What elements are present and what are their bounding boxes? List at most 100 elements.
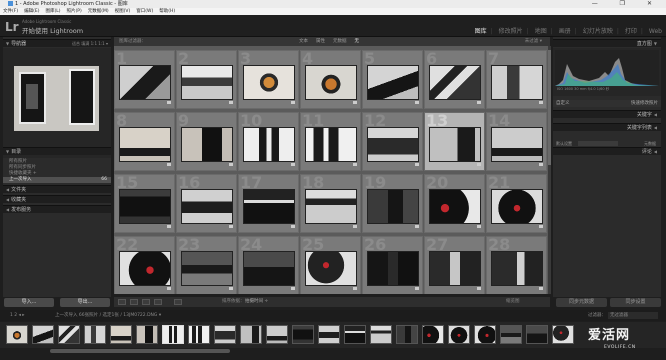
grid-view-icon[interactable] xyxy=(118,299,126,305)
menu-edit[interactable]: 编辑(E) xyxy=(24,9,39,14)
grid-thumbnail[interactable]: 1 xyxy=(114,50,175,109)
filmstrip-thumbnail[interactable] xyxy=(344,325,366,344)
grid-thumbnail[interactable]: 6 xyxy=(424,50,485,109)
navigator-zoom-options[interactable]: 适合 填满 1:1 1:1 ▾ xyxy=(72,40,108,48)
filmstrip-nav[interactable]: 1 2 ◂ ▸ xyxy=(10,310,25,321)
publish-header[interactable]: ◀ 发布服务 xyxy=(3,205,111,213)
grid-scroll-thumb[interactable] xyxy=(548,50,551,165)
filmstrip-thumbnail[interactable] xyxy=(500,325,522,344)
menu-photo[interactable]: 照片(P) xyxy=(67,9,82,14)
grid-thumbnail[interactable]: 17 xyxy=(238,174,299,233)
grid-thumbnail[interactable]: 9 xyxy=(176,112,237,171)
menu-file[interactable]: 文件(F) xyxy=(3,9,18,14)
sync-settings-button[interactable]: 同步设置 xyxy=(610,298,661,307)
filmstrip-scrollbar[interactable] xyxy=(50,349,230,353)
filmstrip-thumbnail[interactable] xyxy=(6,325,28,344)
grid-thumbnail[interactable]: 21 xyxy=(486,174,547,233)
grid-thumbnail[interactable]: 13 xyxy=(424,112,485,171)
grid-thumbnail[interactable]: 26 xyxy=(362,236,423,294)
metadata-label[interactable]: 元数据 xyxy=(644,140,656,147)
comments-header[interactable]: 评论 ◀ xyxy=(553,147,661,155)
grid-thumbnail[interactable]: 7 xyxy=(486,50,547,109)
grid-thumbnail[interactable]: 27 xyxy=(424,236,485,294)
filmstrip-thumbnail[interactable] xyxy=(552,325,574,344)
filmstrip-thumbnail[interactable] xyxy=(396,325,418,344)
grid-thumbnail[interactable]: 14 xyxy=(486,112,547,171)
filmstrip-thumbnail[interactable] xyxy=(214,325,236,344)
menu-view[interactable]: 视图(V) xyxy=(115,9,131,14)
filmstrip-thumbnail[interactable] xyxy=(448,325,470,344)
filmstrip-filter-select[interactable]: 无过滤器 xyxy=(608,312,658,319)
module-library[interactable]: 图库 xyxy=(475,28,487,35)
window-controls[interactable]: — ❐ ✕ xyxy=(592,0,662,8)
filter-none[interactable]: 无 xyxy=(355,39,360,44)
filmstrip-thumbnail[interactable] xyxy=(318,325,340,344)
filter-text[interactable]: 文本 xyxy=(299,39,308,44)
collections-header[interactable]: ◀ 收藏夹 xyxy=(3,195,111,203)
filmstrip-thumbnail[interactable] xyxy=(136,325,158,344)
spray-can-icon[interactable] xyxy=(174,299,182,305)
filmstrip-thumbnail[interactable] xyxy=(292,325,314,344)
filter-metadata[interactable]: 元数据 xyxy=(333,39,347,44)
module-book[interactable]: 画册 xyxy=(559,28,571,35)
grid-thumbnail[interactable]: 3 xyxy=(238,50,299,109)
filmstrip-thumbnail[interactable] xyxy=(84,325,106,344)
sync-metadata-button[interactable]: 同步元数据 xyxy=(556,298,607,307)
grid-thumbnail[interactable]: 8 xyxy=(114,112,175,171)
filter-preset-dropdown[interactable]: 未过滤 ▾ xyxy=(525,37,542,46)
grid-thumbnail[interactable]: 11 xyxy=(300,112,361,171)
module-web[interactable]: Web xyxy=(649,28,662,35)
module-map[interactable]: 地图 xyxy=(535,28,547,35)
navigator-header[interactable]: ▼ 导航器 适合 填满 1:1 1:1 ▾ xyxy=(3,39,111,47)
menu-library[interactable]: 图库(L) xyxy=(45,9,60,14)
grid-scrollbar[interactable] xyxy=(548,46,551,294)
grid-thumbnail[interactable]: 25 xyxy=(300,236,361,294)
navigator-preview[interactable] xyxy=(3,48,111,158)
module-slideshow[interactable]: 幻灯片放映 xyxy=(583,28,613,35)
keyword-list-header[interactable]: 关键字列表 ◀ xyxy=(553,123,661,131)
filmstrip-source[interactable]: 上一次导入 66张照片 / 选定1张 / 13JM0722.DNG ▾ xyxy=(55,310,161,321)
filmstrip-thumbnail[interactable] xyxy=(266,325,288,344)
filmstrip-thumbnail[interactable] xyxy=(110,325,132,344)
filmstrip-thumbnail[interactable] xyxy=(32,325,54,344)
grid-thumbnail[interactable]: 15 xyxy=(114,174,175,233)
filmstrip-thumbnail[interactable] xyxy=(474,325,496,344)
survey-view-icon[interactable] xyxy=(154,299,162,305)
module-print[interactable]: 打印 xyxy=(625,28,637,35)
import-button[interactable]: 导入... xyxy=(4,298,54,307)
filmstrip-thumbnail[interactable] xyxy=(422,325,444,344)
grid-thumbnail[interactable]: 16 xyxy=(176,174,237,233)
keywording-header[interactable]: 关键字 ◀ xyxy=(553,110,661,118)
grid-thumbnail[interactable]: 5 xyxy=(362,50,423,109)
grid-thumbnail[interactable]: 4 xyxy=(300,50,361,109)
filmstrip-thumbnail[interactable] xyxy=(58,325,80,344)
filmstrip-thumbnail[interactable] xyxy=(526,325,548,344)
grid-thumbnail[interactable]: 19 xyxy=(362,174,423,233)
menu-metadata[interactable]: 元数据(M) xyxy=(88,9,109,14)
filmstrip-thumbnail[interactable] xyxy=(240,325,262,344)
sort-dropdown[interactable]: 拍摄时间 ÷ xyxy=(245,297,268,307)
folders-header[interactable]: ◀ 文件夹 xyxy=(3,185,111,193)
grid-thumbnail[interactable]: 10 xyxy=(238,112,299,171)
filmstrip-thumbnail[interactable] xyxy=(188,325,210,344)
grid-thumbnail[interactable]: 23 xyxy=(176,236,237,294)
histogram-header[interactable]: 直方图 ▼ xyxy=(553,39,661,47)
catalog-item-selected[interactable]: 上一次导入 66 xyxy=(3,177,111,183)
grid-thumbnail[interactable]: 22 xyxy=(114,236,175,294)
filter-attribute[interactable]: 属性 xyxy=(316,39,325,44)
export-button[interactable]: 导出... xyxy=(60,298,110,307)
loupe-view-icon[interactable] xyxy=(130,299,138,305)
module-develop[interactable]: 修改照片 xyxy=(499,28,523,35)
compare-view-icon[interactable] xyxy=(142,299,150,305)
grid-thumbnail[interactable]: 2 xyxy=(176,50,237,109)
filmstrip-thumbnail[interactable] xyxy=(370,325,392,344)
menu-help[interactable]: 帮助(H) xyxy=(159,9,175,14)
catalog-header[interactable]: ▼ 目录 xyxy=(3,147,111,155)
grid-thumbnail[interactable]: 24 xyxy=(238,236,299,294)
metadata-preset-select[interactable] xyxy=(578,141,618,146)
grid-thumbnail[interactable]: 18 xyxy=(300,174,361,233)
grid-thumbnail[interactable]: 28 xyxy=(486,236,547,294)
grid-thumbnail[interactable]: 20 xyxy=(424,174,485,233)
grid-thumbnail[interactable]: 12 xyxy=(362,112,423,171)
menu-window[interactable]: 窗口(W) xyxy=(136,9,153,14)
